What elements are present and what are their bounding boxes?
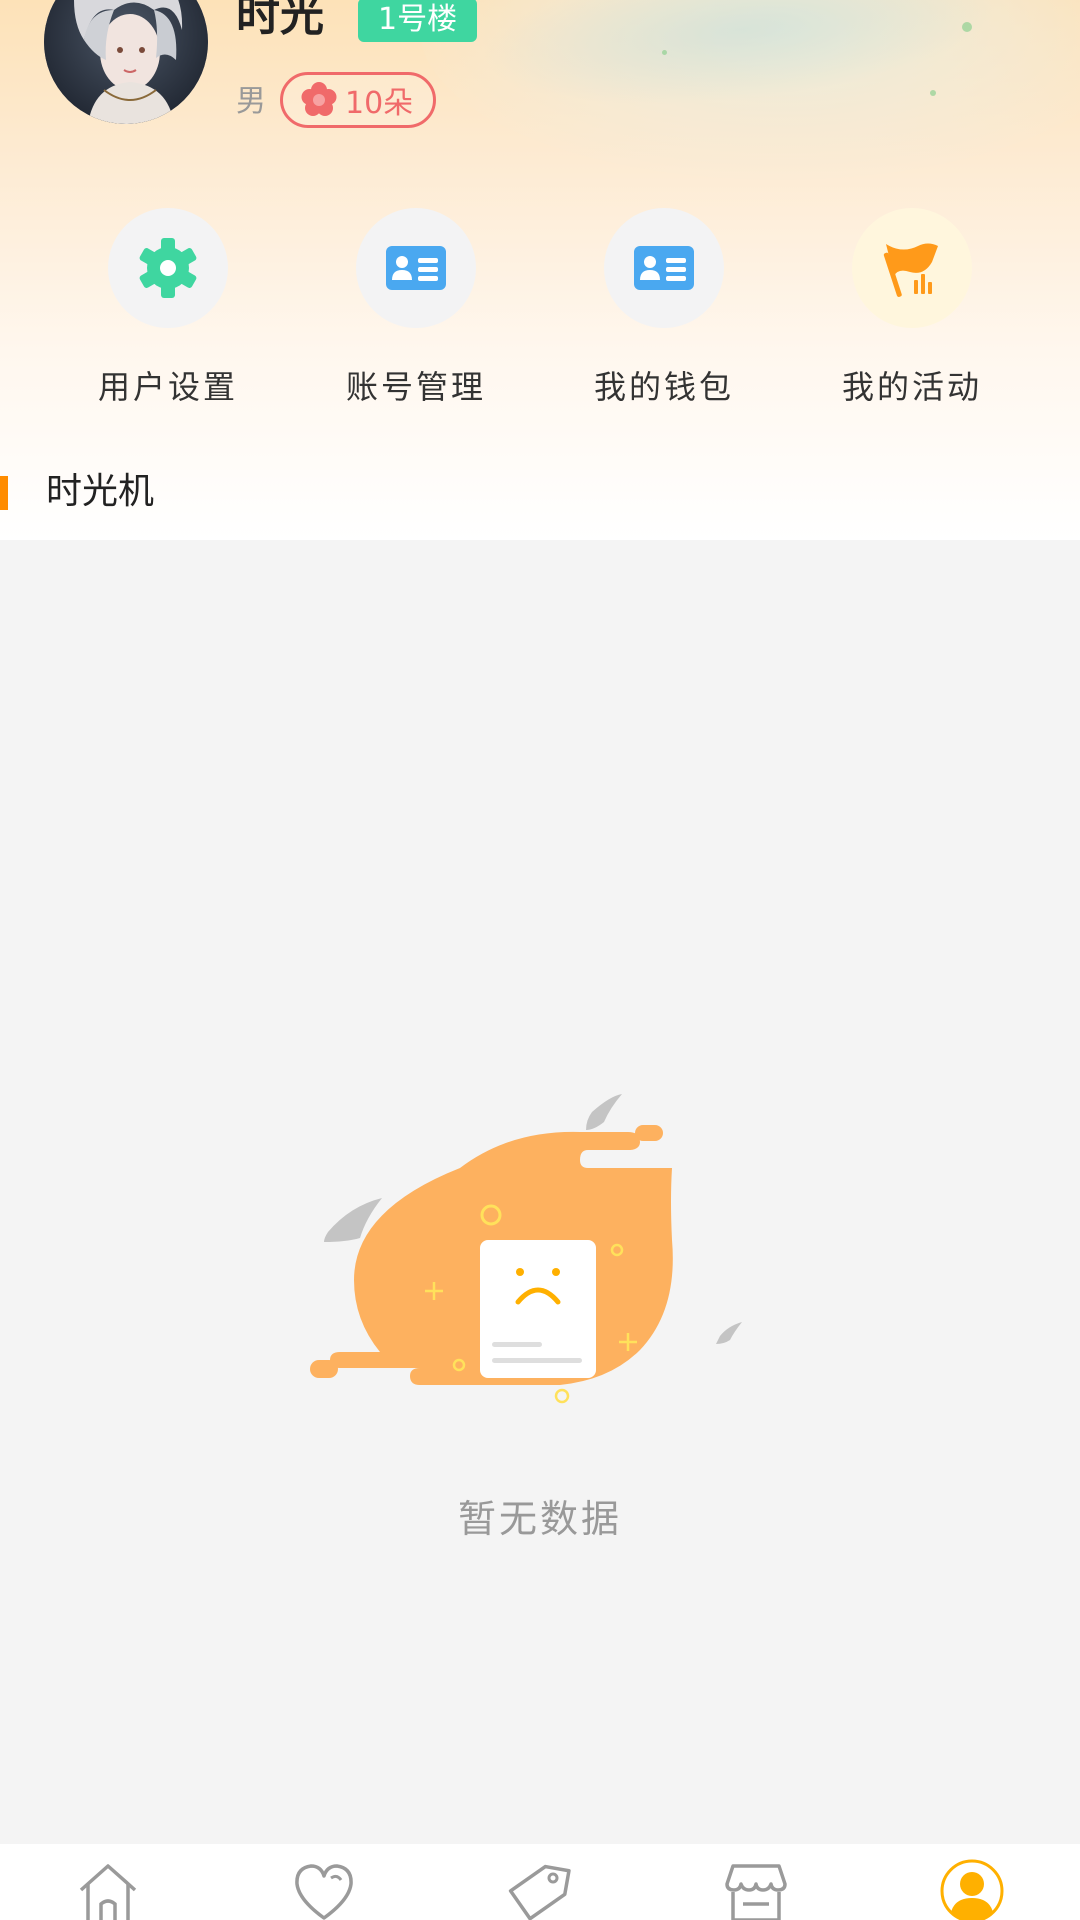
heart-icon — [295, 1864, 353, 1920]
action-user-settings[interactable]: 用户设置 — [68, 208, 268, 408]
section-header: 时光机 — [0, 460, 1080, 540]
gender-label: 男 — [236, 84, 266, 119]
tab-store[interactable] — [648, 1844, 864, 1920]
tab-favorites[interactable] — [216, 1844, 432, 1920]
section-title: 时光机 — [46, 471, 155, 512]
tag-icon — [508, 1864, 571, 1920]
sparkle-decoration — [662, 50, 667, 55]
action-label: 账号管理 — [345, 368, 486, 406]
action-label: 用户设置 — [97, 368, 238, 406]
flower-count-text: 10朵 — [345, 86, 414, 121]
store-icon — [725, 1864, 787, 1920]
tab-me[interactable] — [864, 1844, 1080, 1920]
section-accent-bar — [0, 476, 8, 510]
flower-icon — [301, 82, 337, 116]
empty-sad-document-illustration-icon — [310, 1094, 742, 1404]
action-my-activities[interactable]: 我的活动 — [812, 208, 1012, 408]
flower-count-badge[interactable]: 10朵 — [280, 72, 436, 128]
action-icon-circle — [604, 208, 724, 328]
home-icon — [79, 1864, 137, 1920]
id-card-icon — [386, 246, 446, 290]
tab-tags[interactable] — [432, 1844, 648, 1920]
action-icon-circle — [852, 208, 972, 328]
profile-screen: 时光 1号楼 男 10朵 用户设置 账号管理 我的钱包 我的活动 时光机 暂无数… — [0, 0, 1080, 1920]
gear-icon — [139, 238, 197, 298]
tab-home[interactable] — [0, 1844, 216, 1920]
bottom-tab-bar — [0, 1844, 1080, 1920]
action-label: 我的活动 — [841, 368, 982, 406]
flag-chart-icon — [883, 243, 938, 297]
empty-state-text: 暂无数据 — [457, 1497, 622, 1541]
sparkle-decoration — [962, 22, 972, 32]
id-card-icon — [634, 246, 694, 290]
action-icon-circle — [356, 208, 476, 328]
building-badge: 1号楼 — [358, 0, 478, 42]
username: 时光 — [236, 0, 324, 41]
action-icon-circle — [108, 208, 228, 328]
action-label: 我的钱包 — [593, 368, 734, 406]
user-icon — [940, 1859, 1004, 1920]
action-my-wallet[interactable]: 我的钱包 — [564, 208, 764, 408]
action-account-management[interactable]: 账号管理 — [316, 208, 516, 408]
sparkle-decoration — [930, 90, 936, 96]
